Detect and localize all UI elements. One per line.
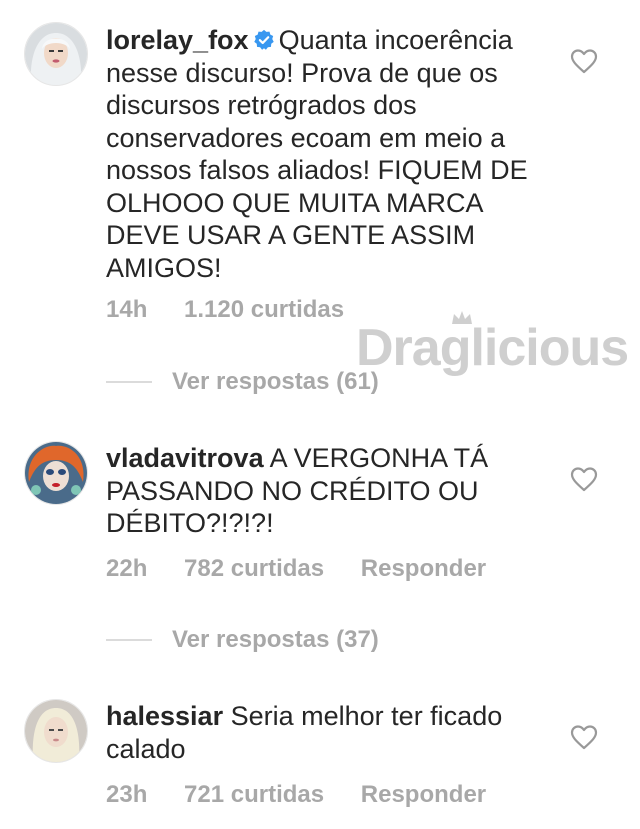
reply-button[interactable]: Responder xyxy=(361,781,486,808)
reply-button[interactable]: Responder xyxy=(361,555,486,582)
comment-username[interactable]: vladavitrova xyxy=(106,443,264,473)
comment-time[interactable]: 14h xyxy=(106,296,147,323)
view-replies-link[interactable]: Ver respostas (61) xyxy=(106,367,379,397)
view-replies-link[interactable]: Ver respostas (37) xyxy=(106,625,379,655)
verified-badge-icon xyxy=(253,29,274,50)
heart-icon[interactable] xyxy=(570,48,598,74)
comment-time[interactable]: 22h xyxy=(106,555,147,582)
view-replies-label: Ver respostas (61) xyxy=(172,368,379,395)
divider xyxy=(106,381,152,383)
watermark: Draglicious xyxy=(356,319,629,377)
divider xyxy=(106,639,152,641)
heart-icon[interactable] xyxy=(570,724,598,750)
like-count[interactable]: 1.120 curtidas xyxy=(184,296,344,323)
heart-icon[interactable] xyxy=(570,466,598,492)
comment-username[interactable]: halessiar xyxy=(106,701,223,731)
comment-text: Quanta incoerência nesse discurso! Prova… xyxy=(106,25,528,283)
like-count[interactable]: 782 curtidas xyxy=(184,555,324,582)
like-count[interactable]: 721 curtidas xyxy=(184,781,324,808)
avatar[interactable] xyxy=(24,441,88,505)
comment-username[interactable]: lorelay_fox xyxy=(106,25,249,55)
comment-time[interactable]: 23h xyxy=(106,781,147,808)
view-replies-label: Ver respostas (37) xyxy=(172,626,379,653)
avatar[interactable] xyxy=(24,22,88,86)
avatar[interactable] xyxy=(24,699,88,763)
